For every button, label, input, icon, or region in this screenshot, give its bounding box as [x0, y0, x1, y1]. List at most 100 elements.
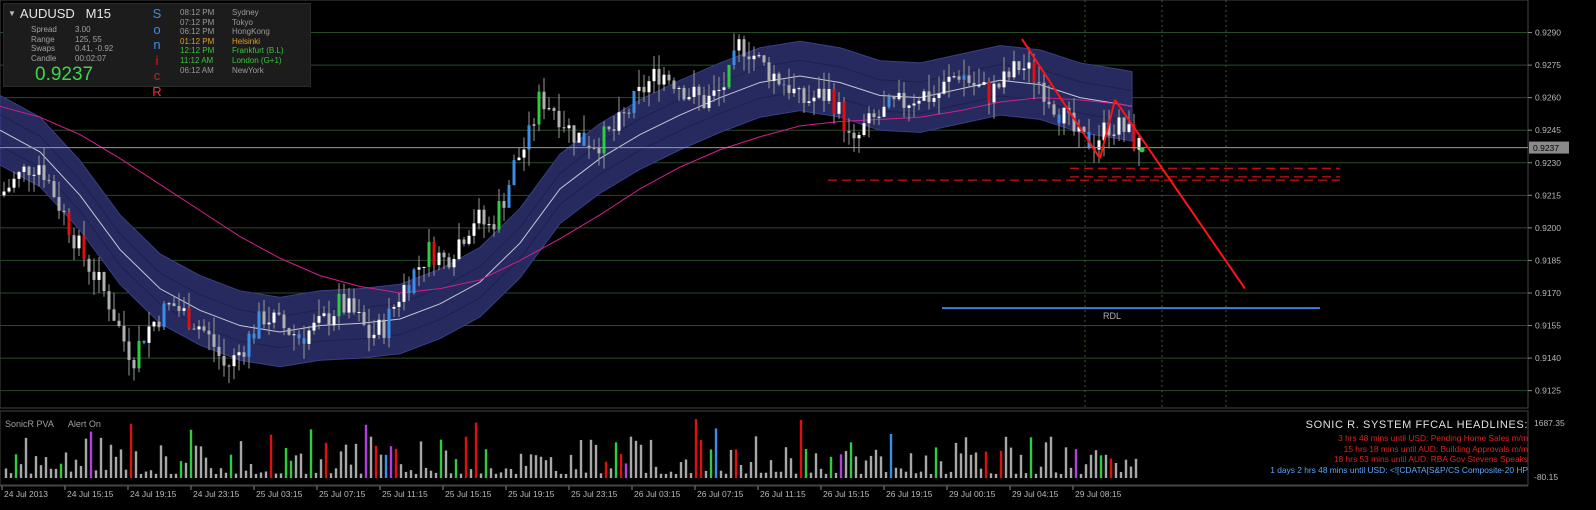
candle-body [672, 80, 676, 89]
candle-body [517, 157, 521, 161]
volume-bar [569, 454, 573, 478]
volume-bar [734, 449, 738, 478]
time-tick-label: 26 Jul 19:15 [886, 489, 933, 499]
volume-bar [664, 473, 668, 478]
volume-bar [1094, 450, 1098, 478]
volume-bar [1014, 473, 1018, 478]
stat-value: 125, 55 [75, 34, 102, 44]
volume-bar [24, 437, 28, 478]
volume-bar [524, 465, 528, 478]
volume-bar [994, 473, 998, 478]
current-price: 0.9237 [35, 64, 94, 85]
volume-bar [244, 470, 248, 478]
time-tick-label: 24 Jul 2013 [4, 489, 48, 499]
stat-label: Candle [31, 53, 57, 63]
candle-body [817, 88, 821, 98]
volume-bar [874, 449, 878, 478]
volume-bar [839, 454, 843, 478]
time-tick-label: 24 Jul 15:15 [67, 489, 114, 499]
sonic-letter: o [153, 21, 161, 37]
symbol-title[interactable]: ▼ AUDUSD M15 [8, 6, 111, 21]
candle-body [412, 269, 416, 293]
timeframe-label: M15 [85, 6, 111, 21]
price-tick-label: 0.9185 [1535, 255, 1561, 265]
volume-bar [49, 468, 53, 478]
volume-bar [279, 473, 283, 478]
volume-bar [804, 449, 808, 478]
candle-body [907, 105, 911, 108]
volume-bar [409, 470, 413, 478]
volume-bar [159, 445, 163, 478]
volume-bar [579, 439, 583, 478]
candle-body [167, 303, 171, 305]
volume-bar [274, 473, 278, 478]
candle-body [1052, 104, 1056, 115]
volume-bar [549, 457, 553, 478]
candle-body [712, 90, 716, 96]
candle-body [767, 62, 771, 81]
price-tick-label: 0.9200 [1535, 223, 1561, 233]
volume-bar [399, 464, 403, 478]
candle-body [252, 333, 256, 339]
volume-bar [774, 471, 778, 478]
volume-bar [619, 454, 623, 478]
volume-bar [554, 470, 558, 478]
volume-bar [979, 468, 983, 478]
volume-bar [319, 459, 323, 478]
candle-body [947, 76, 951, 82]
candle-body [982, 82, 986, 85]
candle-body [577, 132, 581, 143]
candle-body [117, 320, 121, 327]
volume-bar [904, 471, 908, 478]
volume-bar [584, 472, 588, 478]
candle-body [597, 147, 601, 154]
candle-body [37, 165, 41, 175]
candle-body [247, 333, 251, 357]
volume-bar [564, 473, 568, 478]
candle-body [937, 93, 941, 99]
volume-bar [334, 468, 338, 478]
volume-bar [1024, 473, 1028, 478]
volume-bar [964, 437, 968, 478]
candle-body [192, 328, 196, 330]
candle-body [437, 252, 441, 265]
volume-bar [914, 473, 918, 478]
volume-bar [989, 473, 993, 478]
candle-body [677, 87, 681, 89]
volume-bar [14, 454, 18, 478]
candle-body [812, 97, 816, 102]
candle-body [932, 98, 936, 102]
candle-body [492, 224, 496, 230]
candle-body [272, 312, 276, 323]
sonic-r-logo: SonicR [150, 6, 164, 99]
candle-body [967, 75, 971, 83]
candle-body [287, 328, 291, 335]
volume-bar [869, 455, 873, 478]
candle-body [632, 91, 636, 113]
volume-bar [959, 453, 963, 478]
volume-bar [479, 473, 483, 478]
volume-bar [739, 464, 743, 478]
volume-bar [139, 473, 143, 478]
candle-body [367, 324, 371, 339]
candle-body [882, 106, 886, 117]
time-axis: 24 Jul 2013 24 Jul 15:15 24 Jul 19:15 24 Ju… [0, 485, 1528, 499]
volume-bar [984, 451, 988, 478]
candle-body [1027, 62, 1031, 69]
volume-bar [649, 439, 653, 478]
volume-bar [759, 472, 763, 478]
candle-body [822, 88, 826, 101]
candle-body [17, 172, 21, 179]
volume-bar [849, 442, 853, 478]
price-tick-label: 0.9230 [1535, 158, 1561, 168]
candle-body [357, 311, 361, 313]
candle-body [207, 330, 211, 335]
candle-body [747, 56, 751, 60]
candle-body [1062, 107, 1066, 124]
volume-bar [144, 471, 148, 478]
candle-body [432, 241, 436, 265]
collapse-triangle-icon[interactable]: ▼ [8, 9, 16, 18]
candle-body [762, 55, 766, 63]
volume-bar [1129, 466, 1133, 478]
candle-body [502, 201, 506, 208]
